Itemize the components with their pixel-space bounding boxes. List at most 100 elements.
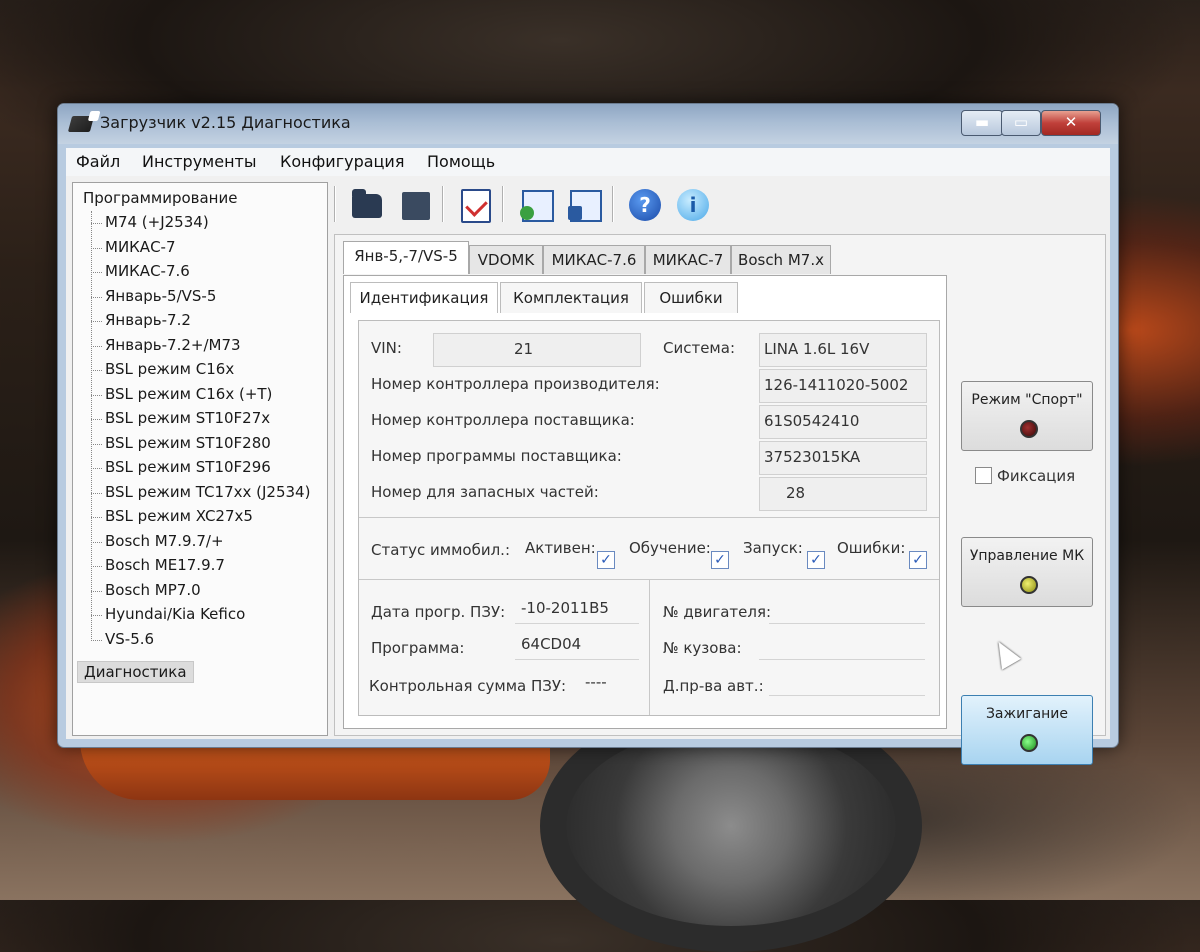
system-field: LINA 1.6L 16V xyxy=(759,333,927,367)
column-divider xyxy=(649,579,650,715)
tree-item-january5[interactable]: Январь-5/VS-5 xyxy=(91,287,216,305)
mfr-controller-value: 126-1411020-5002 xyxy=(764,376,909,394)
main-panel: Янв-5,-7/VS-5 VDOMK МИКАС-7.6 МИКАС-7 Bo… xyxy=(334,234,1106,765)
menu-file[interactable]: Файл xyxy=(76,152,120,171)
immo-start-label: Запуск: xyxy=(743,539,803,557)
engine-number-underline xyxy=(769,623,925,624)
vin-label: VIN: xyxy=(371,339,402,357)
checksum-value: ---- xyxy=(585,673,607,691)
tree-item-bsl-tc17xx[interactable]: BSL режим TC17xx (J2534) xyxy=(91,483,310,501)
tree-item-mikas76[interactable]: МИКАС-7.6 xyxy=(91,262,190,280)
tree-item-bsl-st10f296[interactable]: BSL режим ST10F296 xyxy=(91,458,271,476)
menu-configuration[interactable]: Конфигурация xyxy=(280,152,404,171)
subtab-errors[interactable]: Ошибки xyxy=(644,282,738,313)
tree-item-bosch-mp70[interactable]: Bosch MP7.0 xyxy=(91,581,201,599)
open-button[interactable] xyxy=(348,186,386,224)
folder-icon xyxy=(352,189,382,218)
supplier-program-value: 37523015KA xyxy=(764,448,861,466)
mk-control-label: Управление МК xyxy=(969,548,1085,564)
mk-control-button[interactable]: Управление МК xyxy=(961,537,1093,607)
toolbar-separator xyxy=(612,186,614,222)
report-button[interactable] xyxy=(456,186,494,224)
system-label: Система: xyxy=(663,339,735,357)
close-button[interactable]: ✕ xyxy=(1041,110,1101,136)
tree-item-mikas7[interactable]: МИКАС-7 xyxy=(91,238,176,256)
read-button[interactable] xyxy=(518,186,556,224)
immo-active-label: Активен: xyxy=(525,539,596,557)
tab-bosch-m7x[interactable]: Bosch M7.x xyxy=(731,245,831,274)
tree-item-vs56[interactable]: VS-5.6 xyxy=(91,630,154,648)
report-icon xyxy=(461,189,491,223)
program-label: Программа: xyxy=(371,639,465,657)
body-number-label: № кузова: xyxy=(663,639,742,657)
mk-led-icon xyxy=(1020,576,1038,594)
body-number-underline xyxy=(759,659,925,660)
tree-root-programming[interactable]: Программирование xyxy=(83,189,237,207)
supplier-program-label: Номер программы поставщика: xyxy=(371,447,622,465)
toolbar-separator xyxy=(334,186,336,222)
sport-mode-button[interactable]: Режим "Спорт" xyxy=(961,381,1093,451)
vin-field: 21 xyxy=(433,333,641,367)
immo-active-checkbox[interactable]: ✓ xyxy=(597,551,615,569)
spare-parts-field: 28 xyxy=(759,477,927,511)
program-date-value: -10-2011B5 xyxy=(521,599,609,617)
tree-item-m74[interactable]: M74 (+J2534) xyxy=(91,213,209,231)
tab-mikas76[interactable]: МИКАС-7.6 xyxy=(543,245,645,274)
manufacture-date-label: Д.пр-ва авт.: xyxy=(663,677,764,695)
tree-item-bsl-xc27x5[interactable]: BSL режим XC27x5 xyxy=(91,507,253,525)
ignition-button[interactable]: Зажигание xyxy=(961,695,1093,765)
title-bar[interactable]: Загрузчик v2.15 Диагностика ▬ ▭ ✕ xyxy=(58,104,1118,144)
mfr-controller-label: Номер контроллера производителя: xyxy=(371,375,660,393)
sport-led-icon xyxy=(1020,420,1038,438)
tree-item-january72-m73[interactable]: Январь-7.2+/M73 xyxy=(91,336,241,354)
ignition-led-icon xyxy=(1020,734,1038,752)
menu-bar: Файл Инструменты Конфигурация Помощь xyxy=(66,148,1110,177)
toolbar-separator xyxy=(442,186,444,222)
tree-item-bsl-c16x-t[interactable]: BSL режим C16x (+T) xyxy=(91,385,272,403)
tree-item-diagnostics[interactable]: Диагностика xyxy=(77,661,194,683)
immo-learning-label: Обучение: xyxy=(629,539,711,557)
read-icon xyxy=(520,190,554,222)
tree-item-bosch-m797[interactable]: Bosch M7.9.7/+ xyxy=(91,532,224,550)
vin-value: 21 xyxy=(514,340,534,358)
system-value: LINA 1.6L 16V xyxy=(764,340,870,358)
background-car-body xyxy=(80,740,550,800)
tree-item-bsl-st10f27x[interactable]: BSL режим ST10F27x xyxy=(91,409,270,427)
sport-mode-label: Режим "Спорт" xyxy=(971,392,1083,408)
menu-help[interactable]: Помощь xyxy=(427,152,495,171)
immobilizer-status-label: Статус иммобил.: xyxy=(371,541,510,559)
tab-january[interactable]: Янв-5,-7/VS-5 xyxy=(343,241,469,274)
stop-icon xyxy=(402,192,430,220)
manufacture-date-underline xyxy=(769,695,925,696)
subtab-equipment[interactable]: Комплектация xyxy=(500,282,642,313)
tree-item-january72[interactable]: Январь-7.2 xyxy=(91,311,191,329)
write-button[interactable] xyxy=(566,186,604,224)
program-date-underline xyxy=(515,623,639,624)
menu-tools[interactable]: Инструменты xyxy=(142,152,257,171)
tree-item-hyundai-kia-kefico[interactable]: Hyundai/Kia Kefico xyxy=(91,605,245,623)
minimize-button[interactable]: ▬ xyxy=(961,110,1003,136)
toolbar-separator xyxy=(502,186,504,222)
fixation-checkbox[interactable] xyxy=(975,467,992,484)
info-icon: i xyxy=(677,189,709,221)
maximize-button[interactable]: ▭ xyxy=(1001,110,1041,136)
toolbar: ? i xyxy=(334,180,1104,228)
checksum-label: Контрольная сумма ПЗУ: xyxy=(369,677,567,695)
stop-button[interactable] xyxy=(396,186,434,224)
tree-item-bsl-c16x[interactable]: BSL режим C16x xyxy=(91,360,234,378)
window-title: Загрузчик v2.15 Диагностика xyxy=(100,113,351,132)
immo-learning-checkbox[interactable]: ✓ xyxy=(711,551,729,569)
help-button[interactable]: ? xyxy=(626,186,664,224)
client-area: Программирование M74 (+J2534) МИКАС-7 МИ… xyxy=(66,176,1110,765)
subtab-identification[interactable]: Идентификация xyxy=(350,282,498,313)
tab-mikas7[interactable]: МИКАС-7 xyxy=(645,245,731,274)
immo-start-checkbox[interactable]: ✓ xyxy=(807,551,825,569)
app-window: Загрузчик v2.15 Диагностика ▬ ▭ ✕ Файл И… xyxy=(57,103,1119,765)
tree-item-bsl-st10f280[interactable]: BSL режим ST10F280 xyxy=(91,434,271,452)
tab-vdomk[interactable]: VDOMK xyxy=(469,245,543,274)
spare-parts-value: 28 xyxy=(786,484,806,502)
info-button[interactable]: i xyxy=(674,186,712,224)
immo-errors-checkbox[interactable]: ✓ xyxy=(909,551,927,569)
tree-item-bosch-me1797[interactable]: Bosch ME17.9.7 xyxy=(91,556,225,574)
engine-number-label: № двигателя: xyxy=(663,603,772,621)
